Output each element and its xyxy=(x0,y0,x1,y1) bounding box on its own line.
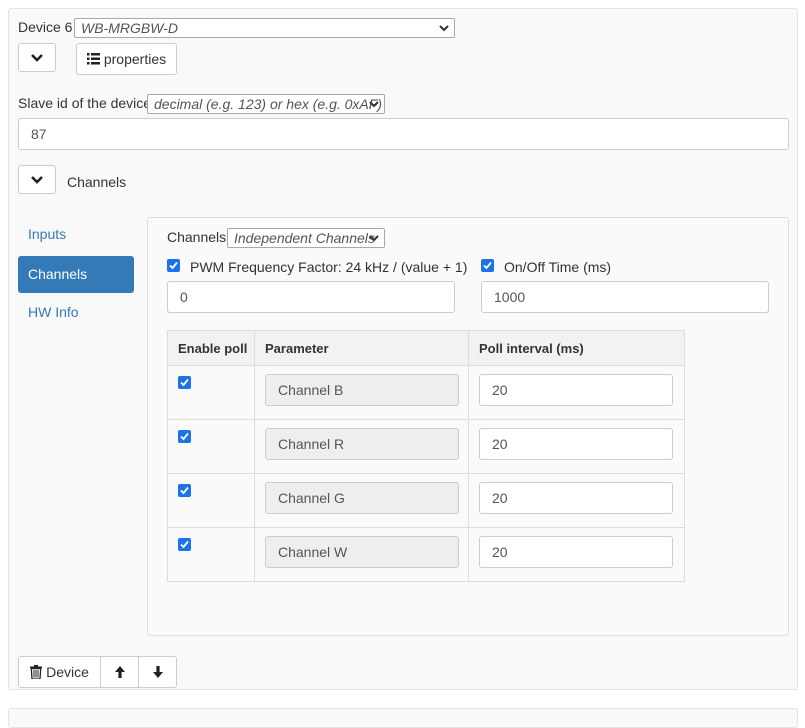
check-icon xyxy=(180,540,189,549)
enable-poll-checkbox[interactable] xyxy=(178,430,191,443)
channels-mode-value: Independent Channels xyxy=(234,230,375,246)
list-icon xyxy=(86,53,100,65)
delete-device-label: Device xyxy=(46,664,89,680)
check-icon xyxy=(169,261,178,270)
slave-id-input[interactable]: 87 xyxy=(18,118,789,150)
arrow-up-icon xyxy=(114,666,125,678)
check-icon xyxy=(180,486,189,495)
device-model-value: WB-MRGBW-D xyxy=(81,20,178,36)
collapse-channels-button[interactable] xyxy=(18,165,56,194)
move-down-button[interactable] xyxy=(138,656,177,688)
parameter-field: Channel G xyxy=(265,482,459,514)
properties-button[interactable]: properties xyxy=(76,43,177,75)
nav-item-hw-info[interactable]: HW Info xyxy=(18,294,134,331)
pwm-label: PWM Frequency Factor: 24 kHz / (value + … xyxy=(190,259,468,275)
poll-interval-input[interactable]: 20 xyxy=(479,374,673,406)
chevron-down-icon xyxy=(31,53,43,62)
trash-icon xyxy=(30,665,43,679)
chevron-down-icon xyxy=(439,25,449,32)
pwm-input[interactable]: 0 xyxy=(167,281,455,313)
check-icon xyxy=(483,261,492,270)
move-up-button[interactable] xyxy=(100,656,139,688)
parameter-field: Channel W xyxy=(265,536,459,568)
poll-interval-input[interactable]: 20 xyxy=(479,482,673,514)
chevron-down-icon xyxy=(369,101,379,108)
enable-poll-checkbox[interactable] xyxy=(178,376,191,389)
parameter-field: Channel B xyxy=(265,374,459,406)
check-icon xyxy=(180,432,189,441)
poll-interval-input[interactable]: 20 xyxy=(479,536,673,568)
pwm-checkbox[interactable] xyxy=(167,259,180,272)
channels-section-title: Channels xyxy=(67,174,127,190)
device-model-select[interactable]: WB-MRGBW-D xyxy=(74,18,455,38)
nav-item-channels[interactable]: Channels xyxy=(18,256,134,293)
arrow-down-icon xyxy=(152,666,163,678)
chevron-down-icon xyxy=(369,235,379,242)
enable-poll-checkbox[interactable] xyxy=(178,538,191,551)
header-poll-interval: Poll interval (ms) xyxy=(468,330,685,366)
check-icon xyxy=(180,378,189,387)
table-row: Channel G 20 xyxy=(167,473,685,528)
device-label: Device 6 xyxy=(18,19,73,35)
slave-id-label: Slave id of the device xyxy=(18,95,152,111)
collapse-device-button[interactable] xyxy=(18,43,56,72)
slave-id-format-select[interactable]: decimal (e.g. 123) or hex (e.g. 0xAF) xyxy=(147,94,385,114)
poll-interval-input[interactable]: 20 xyxy=(479,428,673,460)
table-row: Channel R 20 xyxy=(167,419,685,474)
table-row: Channel W 20 xyxy=(167,527,685,582)
next-device-panel xyxy=(8,708,798,728)
nav-item-inputs[interactable]: Inputs xyxy=(18,216,134,253)
table-row: Channel B 20 xyxy=(167,365,685,420)
chevron-down-icon xyxy=(31,175,43,184)
onoff-checkbox[interactable] xyxy=(481,259,494,272)
onoff-label: On/Off Time (ms) xyxy=(504,259,612,275)
channels-mode-label: Channels xyxy=(167,229,227,245)
enable-poll-checkbox[interactable] xyxy=(178,484,191,497)
properties-label: properties xyxy=(103,51,167,67)
header-parameter: Parameter xyxy=(254,330,469,366)
header-enable-poll: Enable poll xyxy=(167,330,255,366)
slave-id-format-value: decimal (e.g. 123) or hex (e.g. 0xAF) xyxy=(154,96,382,112)
parameter-field: Channel R xyxy=(265,428,459,460)
poll-table: Enable poll Parameter Poll interval (ms)… xyxy=(167,330,685,582)
channels-mode-select[interactable]: Independent Channels xyxy=(227,228,385,248)
delete-device-button[interactable]: Device xyxy=(18,656,101,688)
onoff-input[interactable]: 1000 xyxy=(481,281,769,313)
